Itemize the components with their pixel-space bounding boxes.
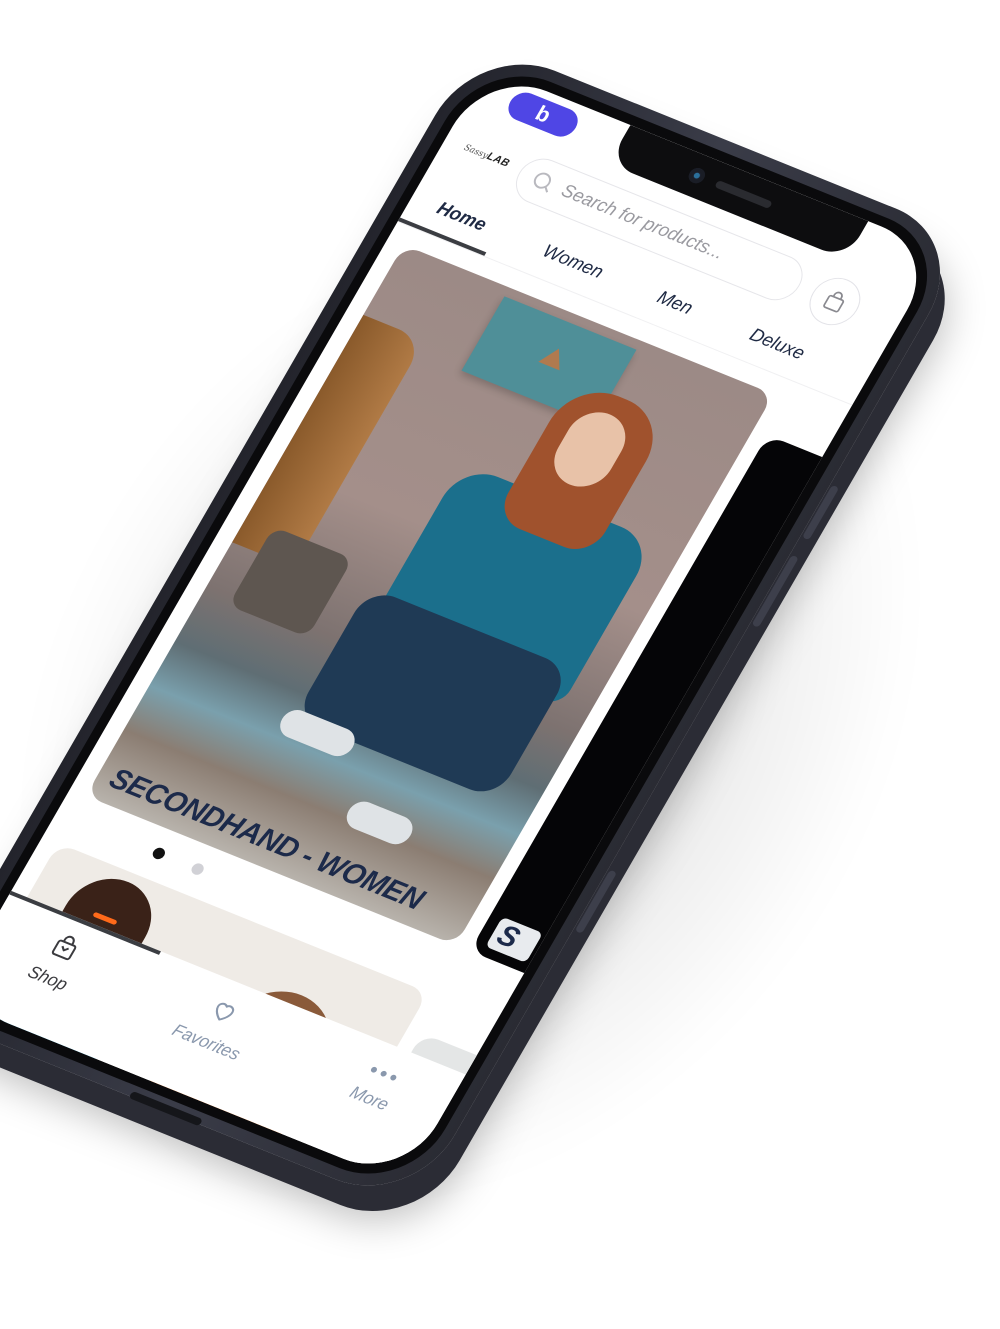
coat-image (232, 314, 426, 568)
cart-button[interactable] (800, 270, 870, 333)
logo-bold: LAB (484, 150, 512, 170)
shopping-bag-icon (51, 935, 77, 961)
stage: b SassyLAB Search for products... Home W… (0, 0, 1000, 1296)
heart-icon (215, 1002, 235, 1021)
pagination-dot[interactable] (189, 861, 206, 877)
carousel-card-secondhand-women[interactable]: SECONDHAND - WOMEN (85, 244, 774, 946)
app-status-badge[interactable]: b (502, 88, 584, 141)
front-camera-icon (685, 165, 708, 186)
brand-logo[interactable]: SassyLAB (462, 141, 512, 170)
tabbar-item-favorites[interactable]: Favorites (148, 978, 284, 1073)
carousel-card-title: S (485, 916, 544, 963)
tab-deluxe[interactable]: Deluxe (745, 325, 809, 365)
tab-home[interactable]: Home (433, 198, 490, 236)
tabbar-label: Favorites (168, 1020, 245, 1064)
phone-device: b SassyLAB Search for products... Home W… (0, 39, 972, 1211)
shopping-bag-icon (823, 291, 845, 313)
tab-men[interactable]: Men (653, 287, 696, 319)
phone-screen: b SassyLAB Search for products... Home W… (0, 67, 942, 1183)
sneaker-image (341, 797, 419, 849)
phone-bezel: b SassyLAB Search for products... Home W… (0, 54, 956, 1196)
pagination-dot-active[interactable] (150, 846, 168, 861)
tab-women[interactable]: Women (538, 241, 607, 284)
earpiece-speaker (714, 179, 773, 210)
search-icon (529, 170, 557, 195)
